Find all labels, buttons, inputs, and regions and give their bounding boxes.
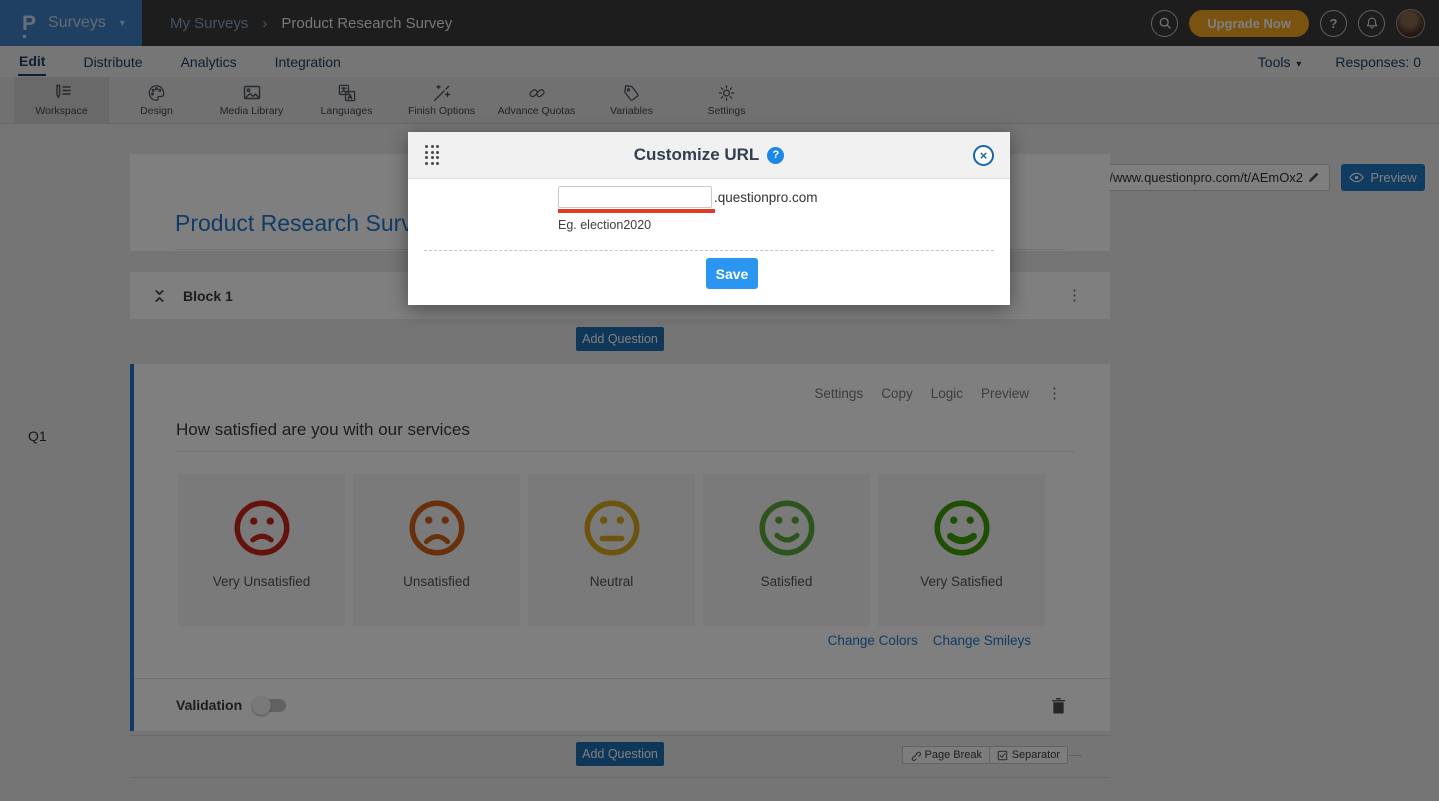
modal-help-icon[interactable]: ? xyxy=(767,147,784,164)
modal-divider xyxy=(424,250,994,251)
modal-backdrop[interactable] xyxy=(0,0,1439,801)
input-error-underline xyxy=(558,209,715,213)
modal-close-button[interactable]: × xyxy=(973,145,994,166)
input-example-hint: Eg. election2020 xyxy=(558,218,651,232)
save-button[interactable]: Save xyxy=(706,258,758,289)
questionpro-app: P Surveys ▾ My Surveys › Product Researc… xyxy=(0,0,1439,801)
domain-suffix-label: .questionpro.com xyxy=(714,190,818,205)
drag-handle-icon[interactable] xyxy=(425,145,439,165)
modal-body: .questionpro.com Eg. election2020 Save xyxy=(408,179,1010,305)
customize-url-modal: Customize URL ? × .questionpro.com Eg. e… xyxy=(408,132,1010,305)
modal-header: Customize URL ? × xyxy=(408,132,1010,179)
close-icon: × xyxy=(980,149,988,162)
custom-url-input[interactable] xyxy=(558,186,712,208)
modal-title: Customize URL xyxy=(634,145,760,165)
